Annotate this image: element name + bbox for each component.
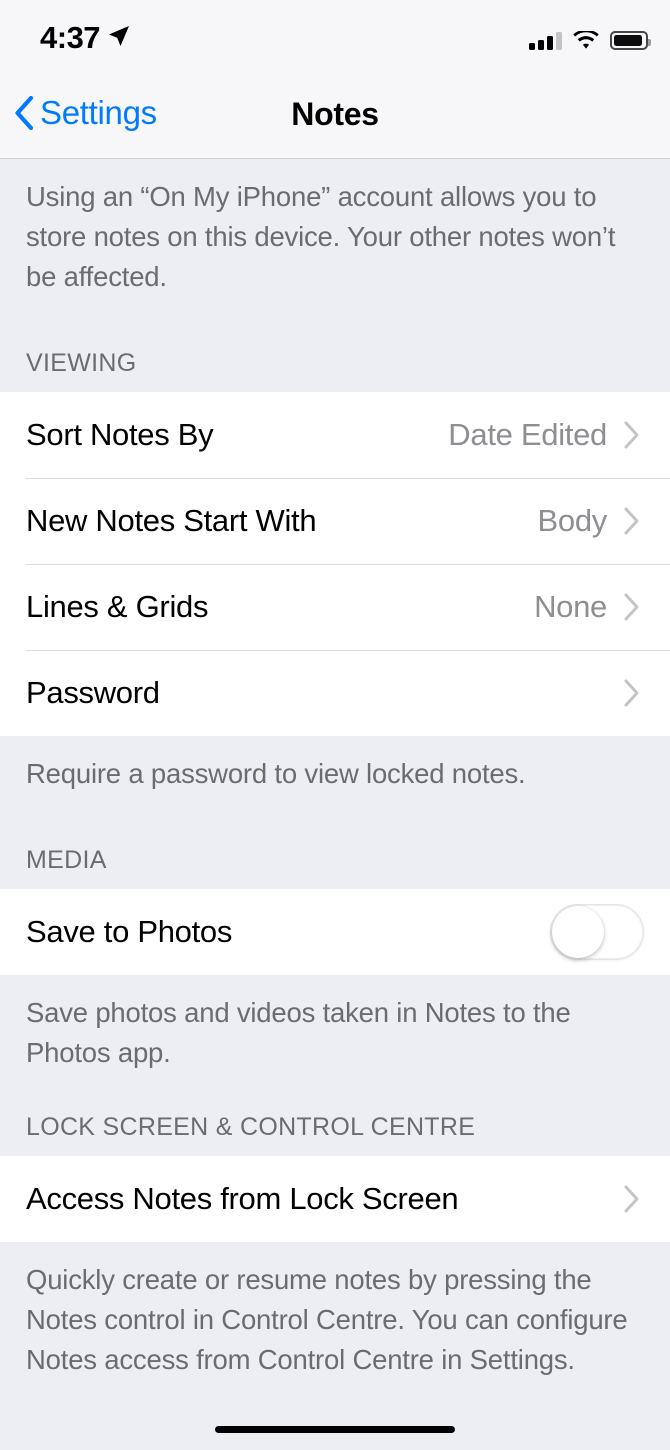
section-media-cells: Save to Photos	[0, 889, 670, 975]
status-bar: 4:37	[0, 0, 670, 72]
row-new-notes-start-with[interactable]: New Notes Start With Body	[0, 478, 670, 564]
home-indicator[interactable]	[215, 1426, 455, 1433]
intro-footer-text: Using an “On My iPhone” account allows y…	[26, 181, 616, 292]
section-header-media: MEDIA	[26, 846, 107, 874]
row-value: Date Edited	[448, 417, 607, 452]
footer-password: Require a password to view locked notes.	[26, 758, 526, 789]
toggle-knob	[552, 906, 604, 958]
section-header-lock-screen: LOCK SCREEN & CONTROL CENTRE	[26, 1113, 476, 1141]
row-value: None	[534, 589, 607, 624]
row-label: New Notes Start With	[26, 503, 317, 538]
chevron-right-icon	[624, 593, 639, 621]
section-viewing-cells: Sort Notes By Date Edited New Notes Star…	[0, 392, 670, 736]
row-label: Save to Photos	[26, 914, 233, 949]
chevron-right-icon	[624, 421, 639, 449]
row-value: Body	[537, 503, 608, 538]
section-lock-screen-cells: Access Notes from Lock Screen	[0, 1156, 670, 1242]
section-header-viewing: VIEWING	[26, 349, 137, 377]
status-bar-time: 4:37	[40, 20, 101, 55]
battery-icon	[610, 31, 651, 50]
settings-list: Using an “On My iPhone” account allows y…	[0, 159, 670, 1450]
iphone-screen: 4:37 Settings Notes Using an “On My iPho…	[0, 0, 670, 1450]
row-password[interactable]: Password	[0, 650, 670, 736]
page-title: Notes	[291, 96, 379, 132]
row-label: Lines & Grids	[26, 589, 209, 624]
row-label: Sort Notes By	[26, 417, 214, 452]
location-arrow-icon	[109, 26, 129, 46]
status-bar-indicators	[529, 24, 651, 50]
chevron-right-icon	[624, 679, 639, 707]
navigation-bar: Settings Notes	[0, 72, 670, 159]
footer-media: Save photos and videos taken in Notes to…	[26, 997, 571, 1068]
row-label: Access Notes from Lock Screen	[26, 1181, 459, 1216]
footer-lock-screen: Quickly create or resume notes by pressi…	[26, 1264, 628, 1375]
cellular-bars-icon	[529, 32, 562, 50]
row-save-to-photos[interactable]: Save to Photos	[0, 889, 670, 975]
row-label: Password	[26, 675, 160, 710]
chevron-right-icon	[624, 507, 639, 535]
row-sort-notes-by[interactable]: Sort Notes By Date Edited	[0, 392, 670, 478]
row-access-notes-from-lock-screen[interactable]: Access Notes from Lock Screen	[0, 1156, 670, 1242]
wifi-icon	[573, 31, 599, 49]
save-to-photos-toggle[interactable]	[550, 904, 644, 960]
chevron-right-icon	[624, 1185, 639, 1213]
row-lines-and-grids[interactable]: Lines & Grids None	[0, 564, 670, 650]
